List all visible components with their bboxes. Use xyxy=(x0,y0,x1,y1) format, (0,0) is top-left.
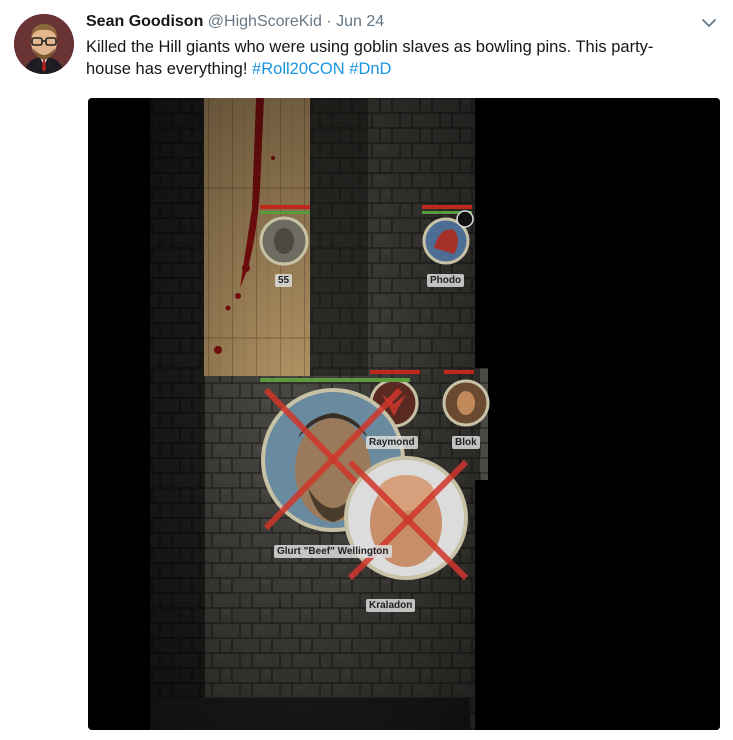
token-label-blok: Blok xyxy=(452,436,480,449)
tweet-menu-button[interactable] xyxy=(700,14,718,32)
avatar-portrait-icon xyxy=(14,14,74,74)
token-kraladon xyxy=(344,456,469,581)
token-label-orc: 55 xyxy=(275,274,293,287)
separator: · xyxy=(326,13,332,30)
token-orc xyxy=(259,205,310,266)
tweet-header: Sean Goodison @HighScoreKid · Jun 24 xyxy=(86,11,384,33)
tweet-date[interactable]: Jun 24 xyxy=(336,13,384,30)
author-name[interactable]: Sean Goodison xyxy=(86,13,203,30)
hashtag-roll20con[interactable]: #Roll20CON xyxy=(252,60,345,78)
tweet-text: Killed the Hill giants who were using go… xyxy=(86,36,696,80)
token-label-raymond: Raymond xyxy=(366,436,418,449)
hashtag-dnd[interactable]: #DnD xyxy=(349,60,391,78)
token-label-phodo: Phodo xyxy=(427,274,465,287)
tweet-image[interactable]: 55 Phodo Raymond Blok Glurt "Beef" Welli… xyxy=(88,98,720,730)
token-phodo xyxy=(422,205,474,265)
avatar[interactable] xyxy=(14,14,74,74)
chevron-down-icon xyxy=(702,19,716,27)
token-label-kraladon: Kraladon xyxy=(366,599,416,612)
battle-map-image xyxy=(88,98,720,730)
token-label-glurt: Glurt "Beef" Wellington xyxy=(274,545,392,558)
author-handle[interactable]: @HighScoreKid xyxy=(208,13,322,30)
